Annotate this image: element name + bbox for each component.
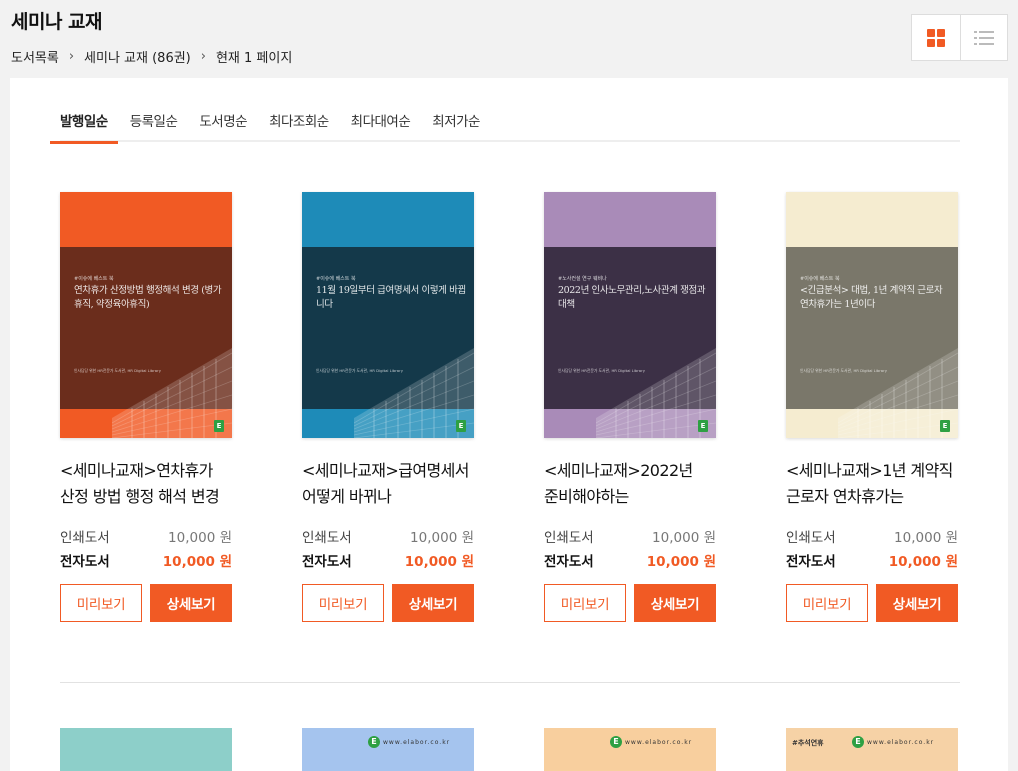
book-title[interactable]: <세미나교재>2022년 준비해야하는 인사노무관리 bbox=[544, 458, 716, 510]
tab-sort-publish-date[interactable]: 발행일순 bbox=[50, 98, 118, 144]
breadcrumb-category[interactable]: 세미나 교재 (86권) bbox=[84, 47, 191, 66]
chevron-right-icon: › bbox=[68, 49, 75, 64]
cover-title: 연차휴가 산정방법 행정해석 변경 (병가휴직, 약정육아휴직) bbox=[74, 285, 222, 310]
publisher-logo: Ewww.elabor.co.kr bbox=[368, 736, 450, 748]
print-label: 인쇄도서 bbox=[544, 530, 594, 546]
book-cover[interactable]: #노사컨설 연구 웨비나 2022년 인사노무관리,노사관계 쟁점과 대책 인사… bbox=[544, 192, 716, 438]
ebook-label: 전자도서 bbox=[786, 554, 836, 570]
book-cover[interactable]: Ewww.elabor.co.kr bbox=[544, 728, 716, 771]
ebook-price-row: 전자도서 10,000 원 bbox=[786, 550, 958, 570]
publisher-url: www.elabor.co.kr bbox=[867, 738, 935, 746]
tab-sort-most-rented[interactable]: 최다대여순 bbox=[351, 98, 411, 142]
print-label: 인쇄도서 bbox=[60, 530, 110, 546]
ebook-price: 10,000 원 bbox=[888, 554, 958, 570]
print-label: 인쇄도서 bbox=[786, 530, 836, 546]
publisher-logo-icon: E bbox=[852, 736, 864, 748]
book-title[interactable]: <세미나교재>연차휴가 산정 방법 행정 해석 변경 bbox=[60, 458, 232, 510]
book-cover[interactable] bbox=[60, 728, 232, 771]
cover-tag: #추석연휴 bbox=[792, 739, 824, 747]
book-cover[interactable]: #추석연휴 Ewww.elabor.co.kr bbox=[786, 728, 958, 771]
cover-top-band bbox=[60, 192, 232, 247]
breadcrumb-home[interactable]: 도서목록 bbox=[11, 47, 59, 66]
book-title[interactable]: <세미나교재>1년 계약직 근로자 연차휴가는 bbox=[786, 458, 958, 510]
publisher-logo-icon: E bbox=[698, 420, 708, 432]
grid-icon bbox=[926, 28, 945, 47]
cover-series: #노사컨설 연구 웨비나 bbox=[558, 276, 607, 282]
tab-sort-title[interactable]: 도서명순 bbox=[199, 98, 247, 142]
cover-title: 2022년 인사노무관리,노사관계 쟁점과 대책 bbox=[558, 285, 706, 310]
tab-sort-most-viewed[interactable]: 최다조회순 bbox=[269, 98, 329, 142]
publisher-url: www.elabor.co.kr bbox=[625, 738, 693, 746]
ebook-price-row: 전자도서 10,000 원 bbox=[544, 550, 716, 570]
print-price-row: 인쇄도서 10,000 원 bbox=[302, 526, 474, 546]
chevron-right-icon: › bbox=[200, 49, 206, 64]
ebook-label: 전자도서 bbox=[544, 554, 594, 570]
publisher-logo: Ewww.elabor.co.kr bbox=[610, 736, 692, 748]
ebook-price: 10,000 원 bbox=[646, 554, 716, 570]
publisher-logo-icon: E bbox=[456, 420, 466, 432]
sort-tabs: 발행일순 등록일순 도서명순 최다조회순 최다대여순 최저가순 bbox=[50, 98, 960, 144]
publisher-logo-icon: E bbox=[610, 736, 622, 748]
book-cover[interactable]: #이슈에 베스트 북 <긴급분석> 대법, 1년 계약직 근로자 연차휴가는 1… bbox=[786, 192, 958, 438]
tab-sort-register-date[interactable]: 등록일순 bbox=[130, 98, 178, 142]
cover-title: <긴급분석> 대법, 1년 계약직 근로자 연차휴가는 1년이다 bbox=[800, 285, 943, 310]
detail-button[interactable]: 상세보기 bbox=[392, 584, 474, 622]
grid-view-button[interactable] bbox=[912, 15, 960, 60]
book-list-panel: 발행일순 등록일순 도서명순 최다조회순 최다대여순 최저가순 #이슈에 베스트… bbox=[10, 78, 1008, 771]
print-price: 10,000 원 bbox=[894, 530, 958, 546]
list-view-button[interactable] bbox=[959, 15, 1008, 60]
cover-series: #이슈에 베스트 북 bbox=[316, 276, 356, 282]
print-label: 인쇄도서 bbox=[302, 530, 352, 546]
print-price-row: 인쇄도서 10,000 원 bbox=[544, 526, 716, 546]
cover-series: #이슈에 베스트 북 bbox=[74, 276, 114, 282]
ebook-price-row: 전자도서 10,000 원 bbox=[302, 550, 474, 570]
publisher-logo-icon: E bbox=[940, 420, 950, 432]
cover-title: 11월 19일부터 급여명세서 이렇게 바뀝니다 bbox=[316, 285, 466, 310]
ebook-price-row: 전자도서 10,000 원 bbox=[60, 550, 232, 570]
publisher-logo-icon: E bbox=[368, 736, 380, 748]
view-toggle bbox=[911, 14, 1008, 61]
page-title: 세미나 교재 bbox=[11, 11, 103, 33]
preview-button[interactable]: 미리보기 bbox=[786, 584, 868, 622]
preview-button[interactable]: 미리보기 bbox=[302, 584, 384, 622]
preview-button[interactable]: 미리보기 bbox=[544, 584, 626, 622]
list-icon bbox=[973, 30, 994, 45]
preview-button[interactable]: 미리보기 bbox=[60, 584, 142, 622]
book-cover[interactable]: #이슈에 베스트 북 11월 19일부터 급여명세서 이렇게 바뀝니다 인사담당… bbox=[302, 192, 474, 438]
cover-series: #이슈에 베스트 북 bbox=[800, 276, 840, 282]
print-price: 10,000 원 bbox=[652, 530, 716, 546]
cover-top-band bbox=[302, 192, 474, 247]
ebook-label: 전자도서 bbox=[60, 554, 110, 570]
ebook-price: 10,000 원 bbox=[162, 554, 232, 570]
publisher-logo-icon: E bbox=[214, 420, 224, 432]
ebook-label: 전자도서 bbox=[302, 554, 352, 570]
print-price: 10,000 원 bbox=[410, 530, 474, 546]
detail-button[interactable]: 상세보기 bbox=[150, 584, 232, 622]
cover-top-band bbox=[786, 192, 958, 247]
tab-sort-lowest-price[interactable]: 최저가순 bbox=[432, 98, 480, 142]
print-price-row: 인쇄도서 10,000 원 bbox=[786, 526, 958, 546]
cover-top-band bbox=[544, 192, 716, 247]
publisher-url: www.elabor.co.kr bbox=[383, 738, 451, 746]
book-cover[interactable]: #이슈에 베스트 북 연차휴가 산정방법 행정해석 변경 (병가휴직, 약정육아… bbox=[60, 192, 232, 438]
print-price: 10,000 원 bbox=[168, 530, 232, 546]
row-divider bbox=[60, 682, 960, 683]
book-cover[interactable]: Ewww.elabor.co.kr bbox=[302, 728, 474, 771]
breadcrumb-current-page: 현재 1 페이지 bbox=[215, 51, 293, 66]
detail-button[interactable]: 상세보기 bbox=[876, 584, 958, 622]
ebook-price: 10,000 원 bbox=[404, 554, 474, 570]
publisher-logo: Ewww.elabor.co.kr bbox=[852, 736, 934, 748]
breadcrumb: 도서목록 › 세미나 교재 (86권) › 현재 1 페이지 bbox=[11, 47, 292, 66]
detail-button[interactable]: 상세보기 bbox=[634, 584, 716, 622]
book-title[interactable]: <세미나교재>급여명세서 어떻게 바뀌나 bbox=[302, 458, 474, 510]
print-price-row: 인쇄도서 10,000 원 bbox=[60, 526, 232, 546]
